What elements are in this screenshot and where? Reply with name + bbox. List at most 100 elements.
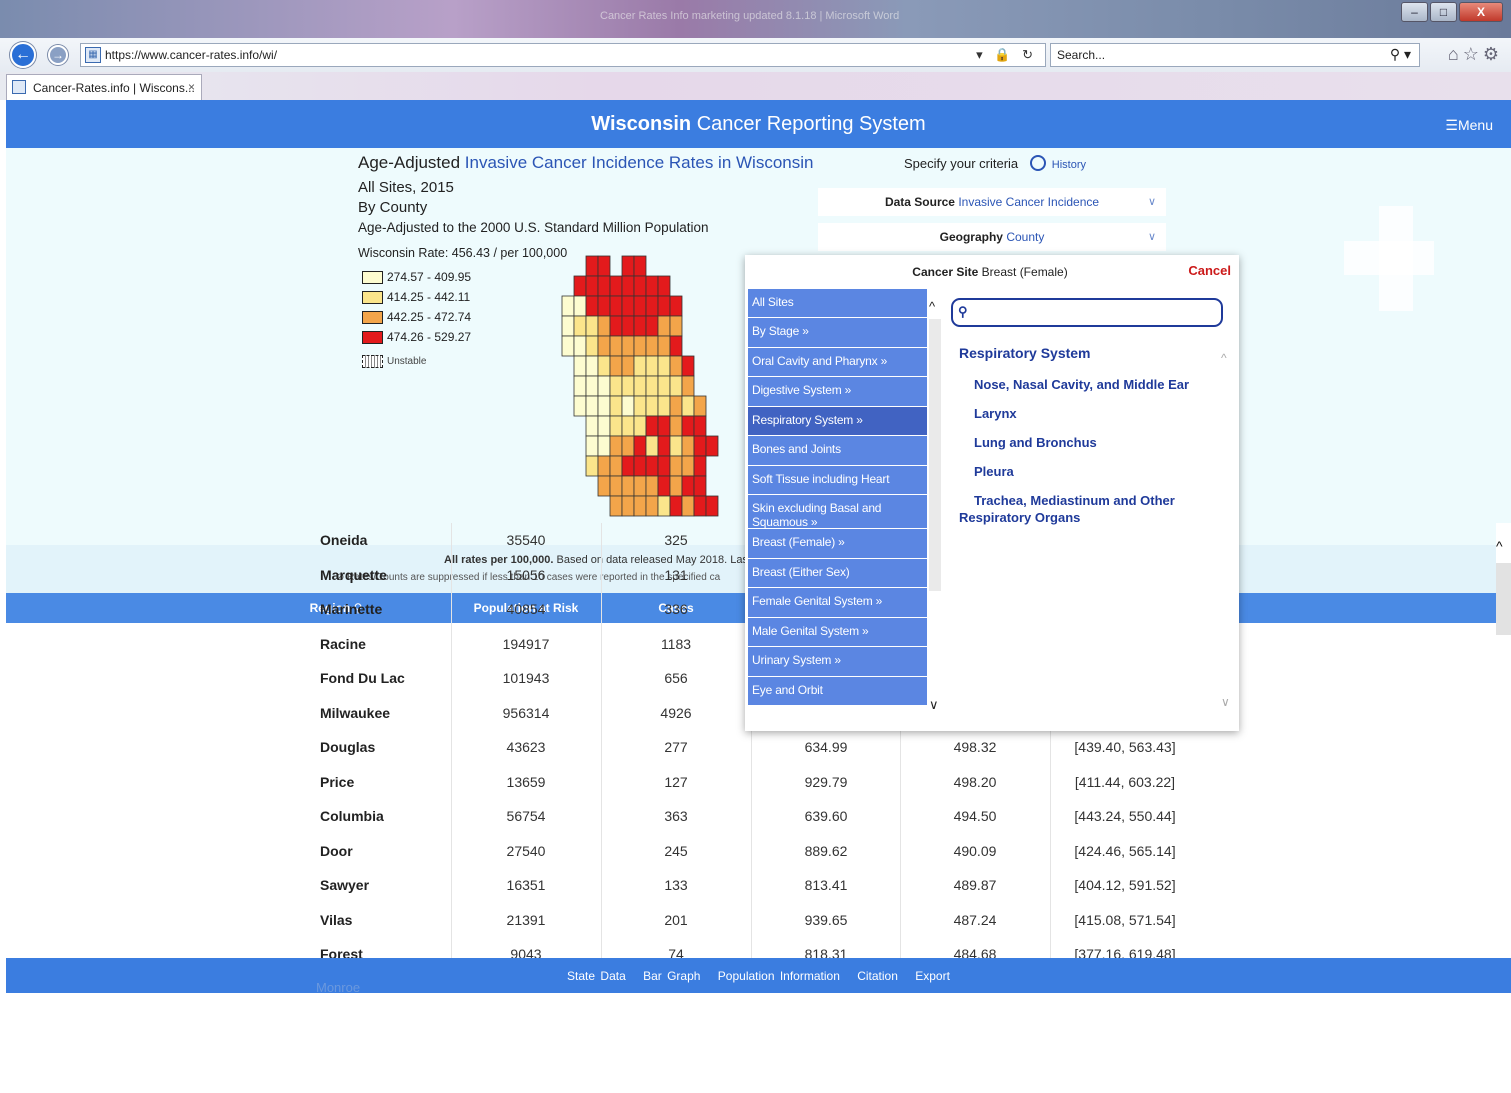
county-shape[interactable]	[669, 475, 683, 497]
category-item[interactable]: Male Genital System »	[748, 618, 927, 647]
county-shape[interactable]	[693, 475, 707, 497]
county-shape[interactable]	[657, 415, 671, 437]
menu-button[interactable]: ☰Menu	[1445, 117, 1493, 134]
county-shape[interactable]	[621, 435, 635, 457]
category-item[interactable]: Breast (Either Sex)	[748, 559, 927, 588]
county-shape[interactable]	[597, 335, 611, 357]
county-shape[interactable]	[585, 375, 599, 397]
county-shape[interactable]	[633, 435, 647, 457]
county-shape[interactable]	[657, 355, 671, 377]
category-scrollbar[interactable]: ^ ∨	[929, 299, 941, 719]
county-shape[interactable]	[657, 275, 671, 297]
county-shape[interactable]	[621, 495, 635, 517]
history-icon[interactable]	[1029, 155, 1046, 171]
county-shape[interactable]	[681, 395, 695, 417]
county-shape[interactable]	[645, 335, 659, 357]
county-shape[interactable]	[621, 375, 635, 397]
county-shape[interactable]	[645, 295, 659, 317]
chevron-up-icon[interactable]: ^	[1221, 351, 1227, 365]
county-shape[interactable]	[609, 475, 623, 497]
county-shape[interactable]	[585, 315, 599, 337]
county-shape[interactable]	[609, 275, 623, 297]
county-shape[interactable]	[609, 415, 623, 437]
county-shape[interactable]	[609, 335, 623, 357]
county-shape[interactable]	[645, 375, 659, 397]
county-shape[interactable]	[573, 375, 587, 397]
county-shape[interactable]	[633, 455, 647, 477]
county-shape[interactable]	[585, 355, 599, 377]
county-shape[interactable]	[657, 395, 671, 417]
county-shape[interactable]	[669, 455, 683, 477]
chevron-down-icon[interactable]: ∨	[929, 697, 939, 713]
export-link[interactable]: Export	[915, 969, 950, 983]
county-shape[interactable]	[597, 375, 611, 397]
county-shape[interactable]	[585, 435, 599, 457]
category-item[interactable]: Breast (Female) »	[748, 529, 927, 559]
county-shape[interactable]	[573, 275, 587, 297]
category-item[interactable]: Bones and Joints	[748, 436, 927, 466]
county-shape[interactable]	[633, 495, 647, 517]
county-shape[interactable]	[669, 415, 683, 437]
category-item[interactable]: Eye and Orbit	[748, 677, 927, 706]
county-shape[interactable]	[621, 455, 635, 477]
category-item[interactable]: Urinary System »	[748, 647, 927, 677]
county-shape[interactable]	[681, 355, 695, 377]
county-shape[interactable]	[681, 495, 695, 517]
region-name[interactable]: Columbia	[320, 808, 384, 824]
county-shape[interactable]	[705, 435, 719, 457]
county-shape[interactable]	[585, 395, 599, 417]
county-shape[interactable]	[621, 415, 635, 437]
county-shape[interactable]	[633, 415, 647, 437]
county-shape[interactable]	[645, 355, 659, 377]
county-shape[interactable]	[597, 315, 611, 337]
region-name[interactable]: Sawyer	[320, 877, 369, 893]
category-item[interactable]: Digestive System »	[748, 377, 927, 407]
county-shape[interactable]	[633, 295, 647, 317]
county-shape[interactable]	[597, 415, 611, 437]
site-option[interactable]: Pleura	[974, 463, 1214, 480]
county-shape[interactable]	[573, 295, 587, 317]
category-item[interactable]: By Stage »	[748, 318, 927, 348]
citation-link[interactable]: Citation	[857, 969, 898, 983]
close-window-button[interactable]: X	[1459, 2, 1503, 22]
county-shape[interactable]	[585, 295, 599, 317]
table-row[interactable]: Vilas 21391 201 939.65 487.24 [415.08, 571.54…	[0, 903, 1511, 938]
county-shape[interactable]	[669, 295, 683, 317]
wisconsin-county-map[interactable]	[554, 254, 754, 526]
browser-tab[interactable]: Cancer-Rates.info | Wiscons... ×	[6, 74, 202, 100]
county-shape[interactable]	[657, 495, 671, 517]
county-shape[interactable]	[645, 495, 659, 517]
county-shape[interactable]	[597, 475, 611, 497]
county-shape[interactable]	[657, 455, 671, 477]
page-scrollbar[interactable]: ^	[1496, 523, 1511, 963]
county-shape[interactable]	[621, 295, 635, 317]
history-link[interactable]: History	[1052, 159, 1086, 171]
browser-search-box[interactable]: Search... ⚲ ▾	[1050, 43, 1420, 67]
county-shape[interactable]	[561, 295, 575, 317]
county-shape[interactable]	[609, 355, 623, 377]
county-shape[interactable]	[657, 435, 671, 457]
county-shape[interactable]	[597, 355, 611, 377]
county-shape[interactable]	[657, 375, 671, 397]
category-item[interactable]: All Sites	[748, 289, 927, 318]
county-shape[interactable]	[633, 355, 647, 377]
cancer-site-search[interactable]: ⚲	[951, 298, 1223, 327]
county-shape[interactable]	[681, 375, 695, 397]
county-shape[interactable]	[609, 295, 623, 317]
back-button[interactable]: ←	[10, 42, 36, 68]
county-shape[interactable]	[597, 255, 611, 277]
url-text[interactable]: https://www.cancer-rates.info/wi/	[105, 48, 277, 62]
chevron-up-icon[interactable]: ^	[929, 299, 935, 314]
county-shape[interactable]	[669, 315, 683, 337]
category-item[interactable]: Respiratory System »	[748, 407, 927, 436]
category-item[interactable]: Skin excluding Basal and Squamous »	[748, 495, 927, 529]
region-name[interactable]: Fond Du Lac	[320, 670, 405, 686]
county-shape[interactable]	[633, 315, 647, 337]
site-list-scrollbar[interactable]: ^ ∨	[1221, 351, 1233, 711]
county-shape[interactable]	[681, 455, 695, 477]
county-shape[interactable]	[657, 295, 671, 317]
county-shape[interactable]	[693, 495, 707, 517]
site-option[interactable]: Nose, Nasal Cavity, and Middle Ear	[974, 376, 1214, 393]
category-scroll-track[interactable]	[929, 319, 941, 591]
county-shape[interactable]	[609, 375, 623, 397]
